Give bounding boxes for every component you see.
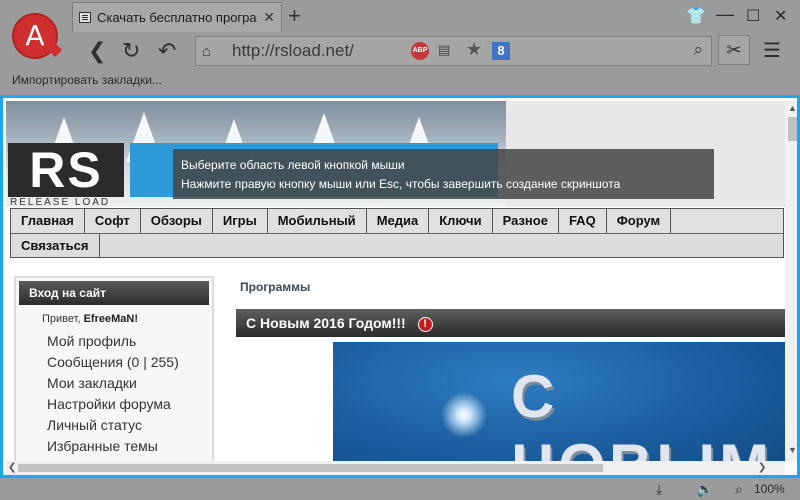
tooltip-line-2: Нажмите правую кнопку мыши или Esc, чтоб… — [181, 177, 621, 191]
breadcrumb[interactable]: Программы — [240, 280, 310, 294]
image-greeting-text: С НОВЫМ — [511, 363, 769, 461]
status-bar: ⤓ 🔈 ⌕ 100% — [0, 478, 800, 500]
post-title-bar: С Новым 2016 Годом!!! ! — [236, 309, 785, 337]
bookmark-star-icon[interactable]: ★ — [466, 39, 482, 60]
close-tab-icon[interactable]: ✕ — [263, 9, 275, 26]
user-links: Мой профиль Сообщения (0 | 255) Мои заклад… — [16, 331, 212, 457]
warning-icon: ! — [417, 317, 433, 332]
nav-item[interactable]: Главная — [11, 209, 85, 233]
nav-row: Связаться — [11, 234, 783, 259]
sound-icon[interactable]: 🔈 — [696, 481, 713, 498]
browser-logo-icon[interactable]: A — [12, 13, 58, 59]
zoom-level[interactable]: 100% — [754, 482, 785, 496]
nav-item[interactable]: Форум — [607, 209, 672, 233]
nav-item[interactable]: Медиа — [367, 209, 430, 233]
horizontal-scroll-thumb[interactable] — [18, 464, 603, 472]
vertical-scrollbar[interactable]: ▲ ▼ — [785, 101, 797, 461]
adblock-icon[interactable]: ABP — [411, 42, 429, 60]
import-bookmarks-link[interactable]: Импортировать закладки... — [12, 73, 162, 87]
maximize-icon[interactable]: ☐ — [746, 6, 760, 26]
undo-close-icon[interactable]: ↶ — [158, 38, 176, 64]
tab-favicon-icon — [79, 12, 91, 23]
nav-item[interactable]: Связаться — [11, 234, 100, 258]
scroll-right-icon[interactable]: ❯ — [758, 462, 766, 473]
download-icon[interactable]: ⤓ — [656, 481, 662, 498]
search-engine-icon[interactable]: 8 — [492, 42, 510, 60]
translate-icon[interactable]: ▤ — [438, 42, 450, 58]
user-menu-link[interactable]: Мои закладки — [47, 373, 212, 394]
horizontal-scrollbar[interactable]: ❮ ❯ — [6, 461, 785, 475]
scroll-down-icon[interactable]: ▼ — [788, 445, 797, 455]
nav-item[interactable]: FAQ — [559, 209, 607, 233]
user-menu-link[interactable]: Мой профиль — [47, 331, 212, 352]
vertical-scroll-thumb[interactable] — [788, 117, 797, 141]
site-navigation: Главная Софт Обзоры Игры Мобильный Медиа Ключи… — [10, 208, 784, 258]
minimize-icon[interactable]: — — [716, 4, 734, 25]
address-bar[interactable]: ⌂ http://rsload.net/ ABP ▤ ★ 8 ⌕ — [195, 36, 712, 66]
browser-chrome: A Скачать бесплатно програм ✕ + 👕 — ☐ ✕ … — [0, 0, 800, 96]
zoom-icon[interactable]: ⌕ — [735, 481, 743, 498]
menu-icon[interactable]: ☰ — [763, 38, 781, 63]
nav-item[interactable]: Софт — [85, 209, 141, 233]
nav-item[interactable]: Обзоры — [141, 209, 213, 233]
site-tagline: RELEASE LOAD — [10, 197, 111, 207]
screenshot-scissors-button[interactable]: ✂ — [718, 35, 750, 65]
user-menu-link[interactable]: Личный статус — [47, 415, 212, 436]
home-icon[interactable]: ⌂ — [202, 43, 211, 60]
tab-title: Скачать бесплатно програм — [97, 10, 258, 25]
user-menu-link[interactable]: Настройки форума — [47, 394, 212, 415]
post-image[interactable]: С НОВЫМ — [333, 342, 785, 461]
nav-item[interactable]: Игры — [213, 209, 268, 233]
back-icon[interactable]: ❮ — [88, 38, 106, 64]
user-menu-link[interactable]: Сообщения (0 | 255) — [47, 352, 212, 373]
tooltip-line-1: Выберите область левой кнопкой мыши — [181, 158, 405, 172]
greeting-prefix: Привет, — [42, 313, 81, 325]
page-viewport: RS RELEASE LOAD Главная Софт Обзоры Игры Моб… — [0, 95, 800, 478]
scroll-up-icon[interactable]: ▲ — [788, 103, 797, 113]
reload-icon[interactable]: ↻ — [122, 38, 140, 64]
url-text[interactable]: http://rsload.net/ — [232, 41, 354, 61]
login-box: Вход на сайт Привет, EfreeMaN! Мой профи… — [14, 276, 214, 461]
new-tab-button[interactable]: + — [288, 4, 301, 28]
close-window-icon[interactable]: ✕ — [774, 6, 787, 26]
search-icon[interactable]: ⌕ — [693, 40, 703, 60]
screenshot-tooltip: Выберите область левой кнопкой мыши Нажм… — [173, 149, 714, 199]
skin-shirt-icon[interactable]: 👕 — [686, 6, 706, 26]
user-menu-link[interactable]: Избранные темы — [47, 436, 212, 457]
greeting: Привет, EfreeMaN! — [42, 313, 212, 325]
nav-item[interactable]: Ключи — [429, 209, 493, 233]
nav-item[interactable]: Мобильный — [268, 209, 367, 233]
web-page: RS RELEASE LOAD Главная Софт Обзоры Игры Моб… — [6, 101, 785, 461]
username[interactable]: EfreeMaN! — [84, 313, 138, 325]
login-box-title: Вход на сайт — [19, 281, 209, 305]
site-logo-rs[interactable]: RS — [8, 143, 124, 197]
nav-item[interactable]: Разное — [493, 209, 559, 233]
scroll-left-icon[interactable]: ❮ — [8, 462, 16, 473]
browser-tab[interactable]: Скачать бесплатно програм ✕ — [72, 2, 282, 32]
nav-row: Главная Софт Обзоры Игры Мобильный Медиа Ключи… — [11, 209, 783, 234]
post-title[interactable]: С Новым 2016 Годом!!! — [246, 315, 406, 331]
firework-spark — [441, 392, 487, 438]
